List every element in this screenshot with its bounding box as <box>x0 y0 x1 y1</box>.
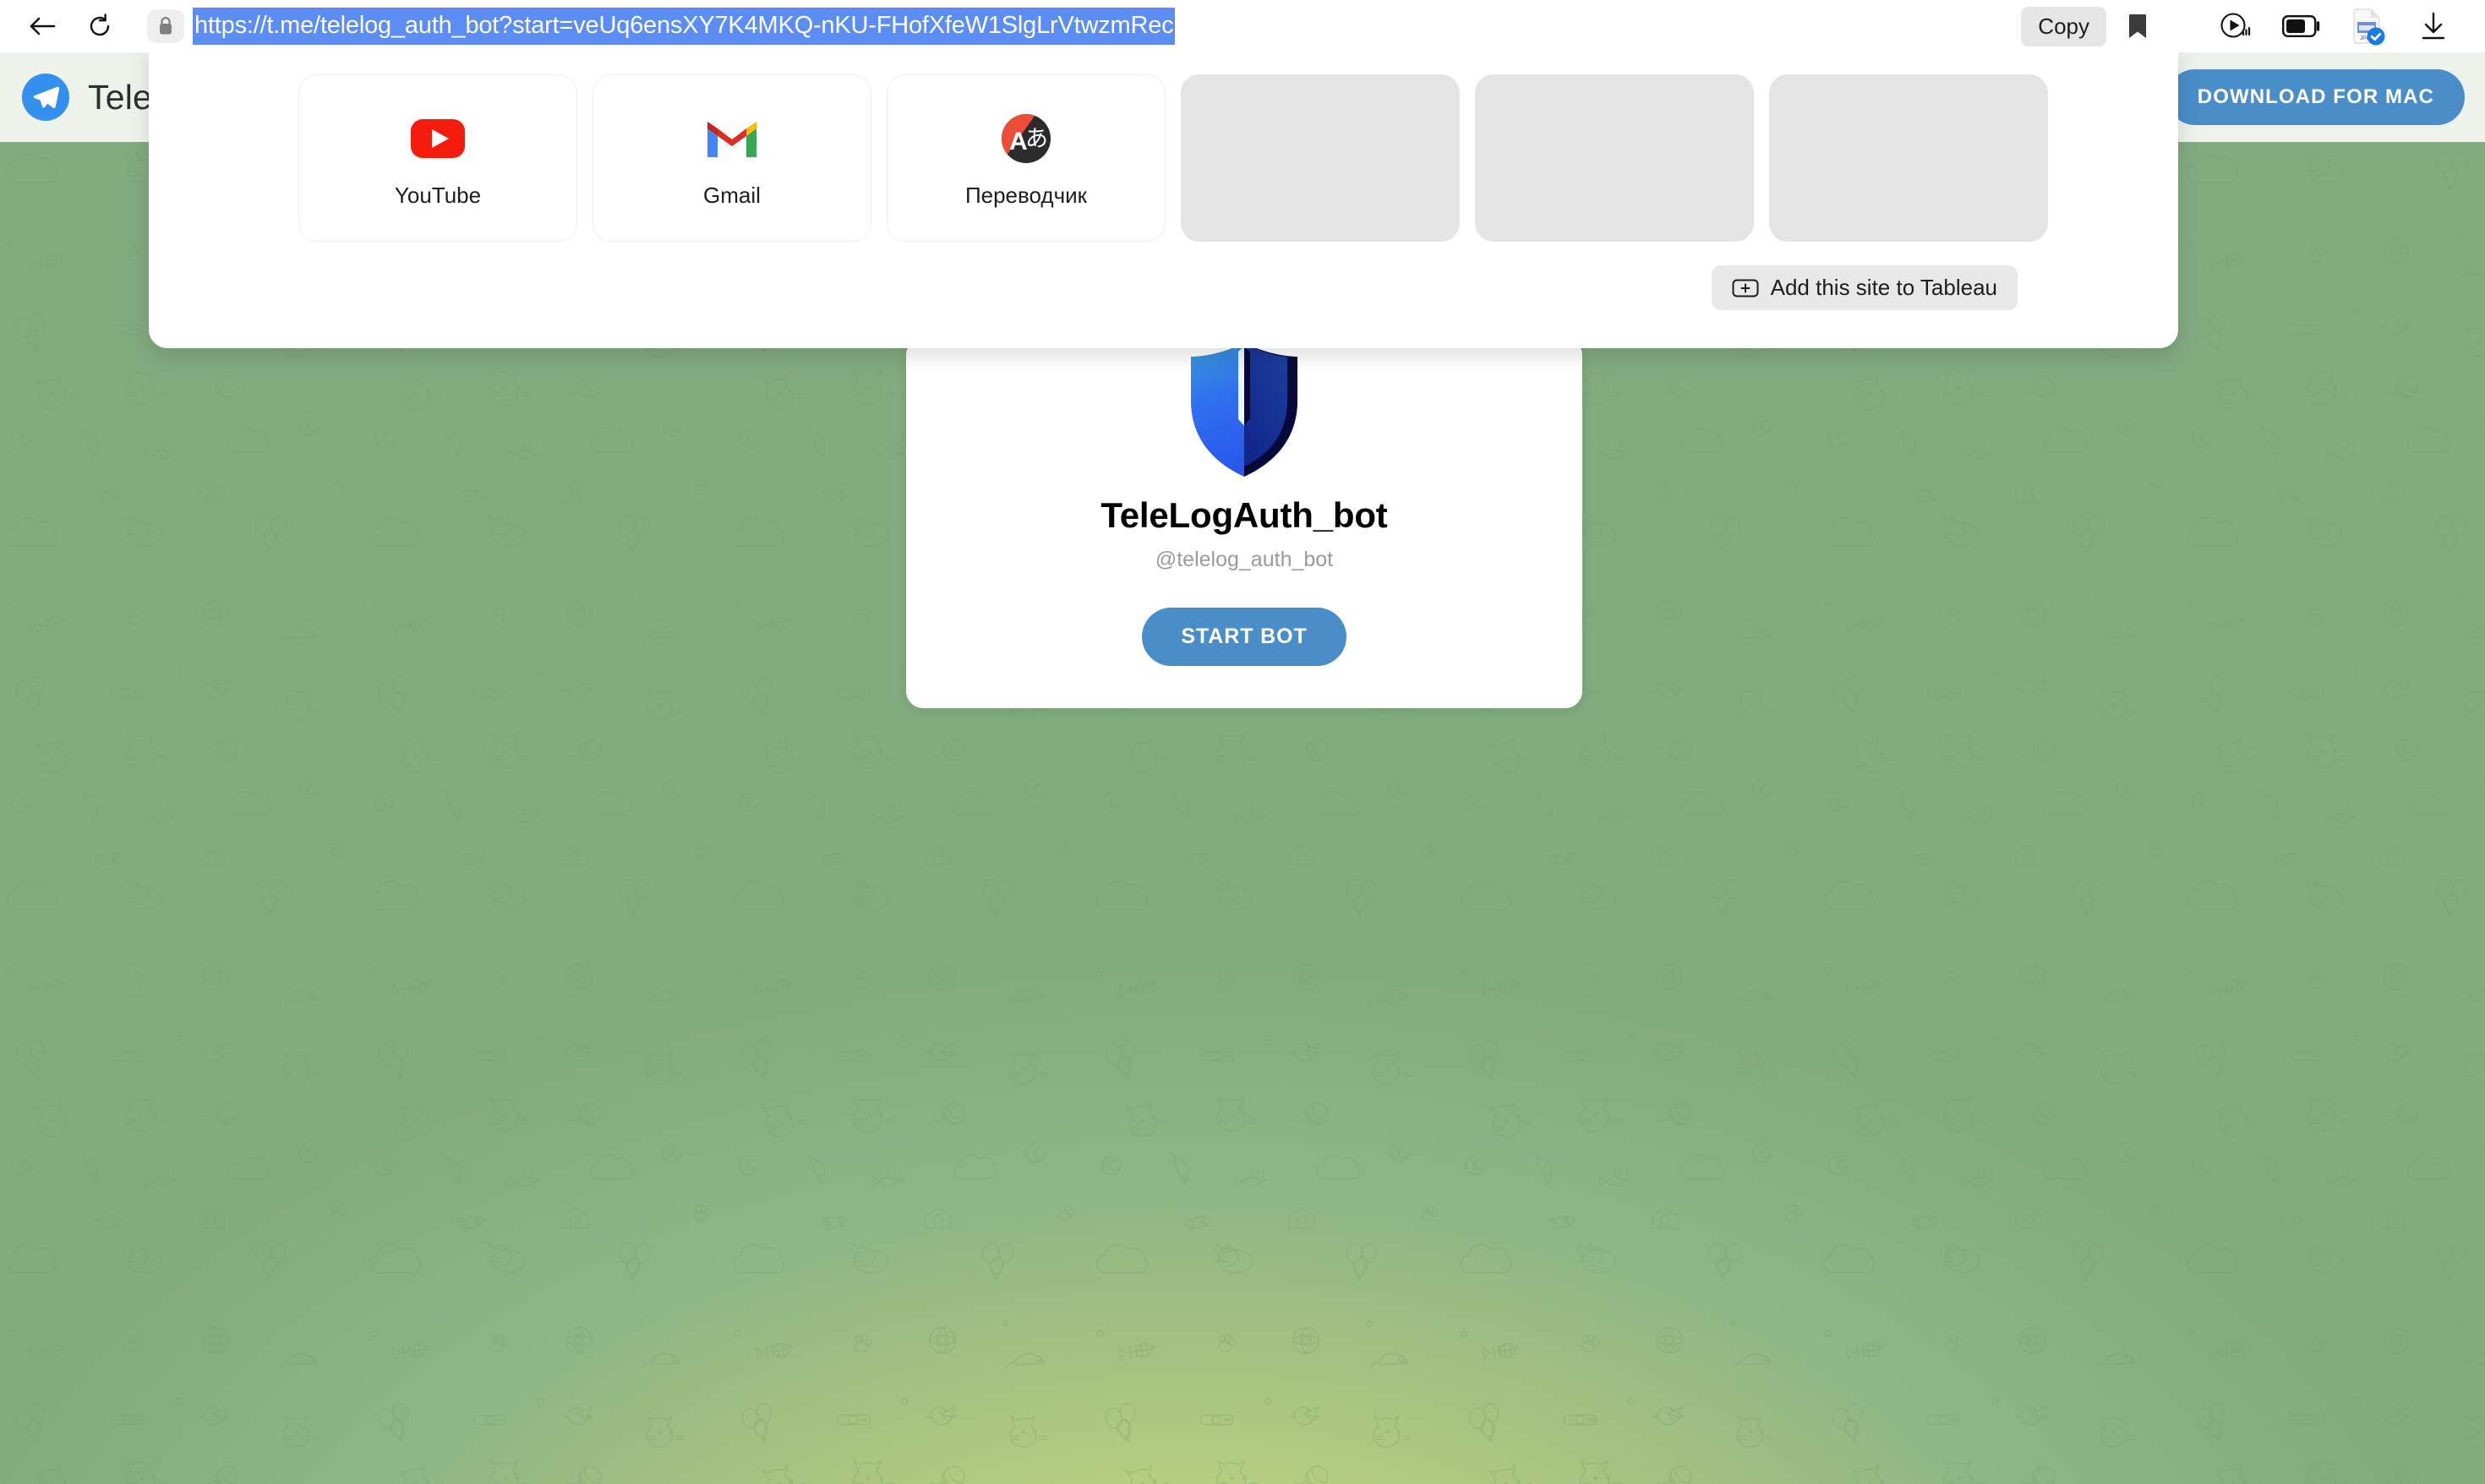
shortcut-label: Переводчик <box>964 182 1088 208</box>
battery-icon[interactable] <box>2269 7 2335 46</box>
shortcuts-panel: YouTube Gmail A あ Переводчик Add this si… <box>149 44 2178 348</box>
url-text[interactable]: https://t.me/telelog_auth_bot?start=veUq… <box>193 8 1176 45</box>
reload-icon[interactable] <box>76 9 123 43</box>
shortcut-tile-empty-3[interactable] <box>1769 74 2048 242</box>
add-site-to-tableau-button[interactable]: Add this site to Tableau <box>1711 265 2018 310</box>
download-for-mac-button[interactable]: DOWNLOAD FOR MAC <box>2166 69 2465 125</box>
plus-box-icon <box>1732 278 1759 298</box>
shortcut-tile-empty-1[interactable] <box>1181 74 1460 242</box>
shortcut-tile-youtube[interactable]: YouTube <box>298 74 577 242</box>
bookmark-icon[interactable] <box>2111 8 2164 45</box>
youtube-icon <box>407 108 468 169</box>
bot-profile-card: TeleLogAuth_bot @telelog_auth_bot START … <box>906 338 1582 708</box>
bot-name: TeleLogAuth_bot <box>1100 495 1388 535</box>
browser-toolbar: https://t.me/telelog_auth_bot?start=veUq… <box>0 0 2485 52</box>
start-bot-button[interactable]: START BOT <box>1142 608 1346 666</box>
translate-icon: A あ <box>996 108 1057 169</box>
svg-text:あ: あ <box>1025 126 1048 152</box>
telegram-paperplane-icon <box>22 74 69 121</box>
shortcut-tiles: YouTube Gmail A あ Переводчик <box>149 74 2178 242</box>
media-play-volume-icon[interactable] <box>2203 7 2269 46</box>
shortcut-tile-gmail[interactable]: Gmail <box>593 74 871 242</box>
shortcuts-panel-footer: Add this site to Tableau <box>149 242 2178 310</box>
add-site-label: Add this site to Tableau <box>1770 275 1997 300</box>
lock-icon[interactable] <box>147 9 184 43</box>
bot-handle: @telelog_auth_bot <box>1155 548 1334 571</box>
shortcut-tile-translate[interactable]: A あ Переводчик <box>887 74 1166 242</box>
shortcut-label: YouTube <box>394 182 482 208</box>
download-arrow-icon[interactable] <box>2400 7 2466 46</box>
shortcut-label: Gmail <box>703 182 761 208</box>
address-bar[interactable]: https://t.me/telelog_auth_bot?start=veUq… <box>193 8 2006 45</box>
arrow-left-icon[interactable] <box>19 9 66 43</box>
shortcut-tile-empty-2[interactable] <box>1475 74 1754 242</box>
gmail-icon <box>702 108 762 169</box>
telelog-shield-icon <box>1172 338 1316 482</box>
copy-button[interactable]: Copy <box>2021 6 2106 46</box>
downloaded-file-check-icon[interactable]: JPG <box>2335 7 2400 46</box>
